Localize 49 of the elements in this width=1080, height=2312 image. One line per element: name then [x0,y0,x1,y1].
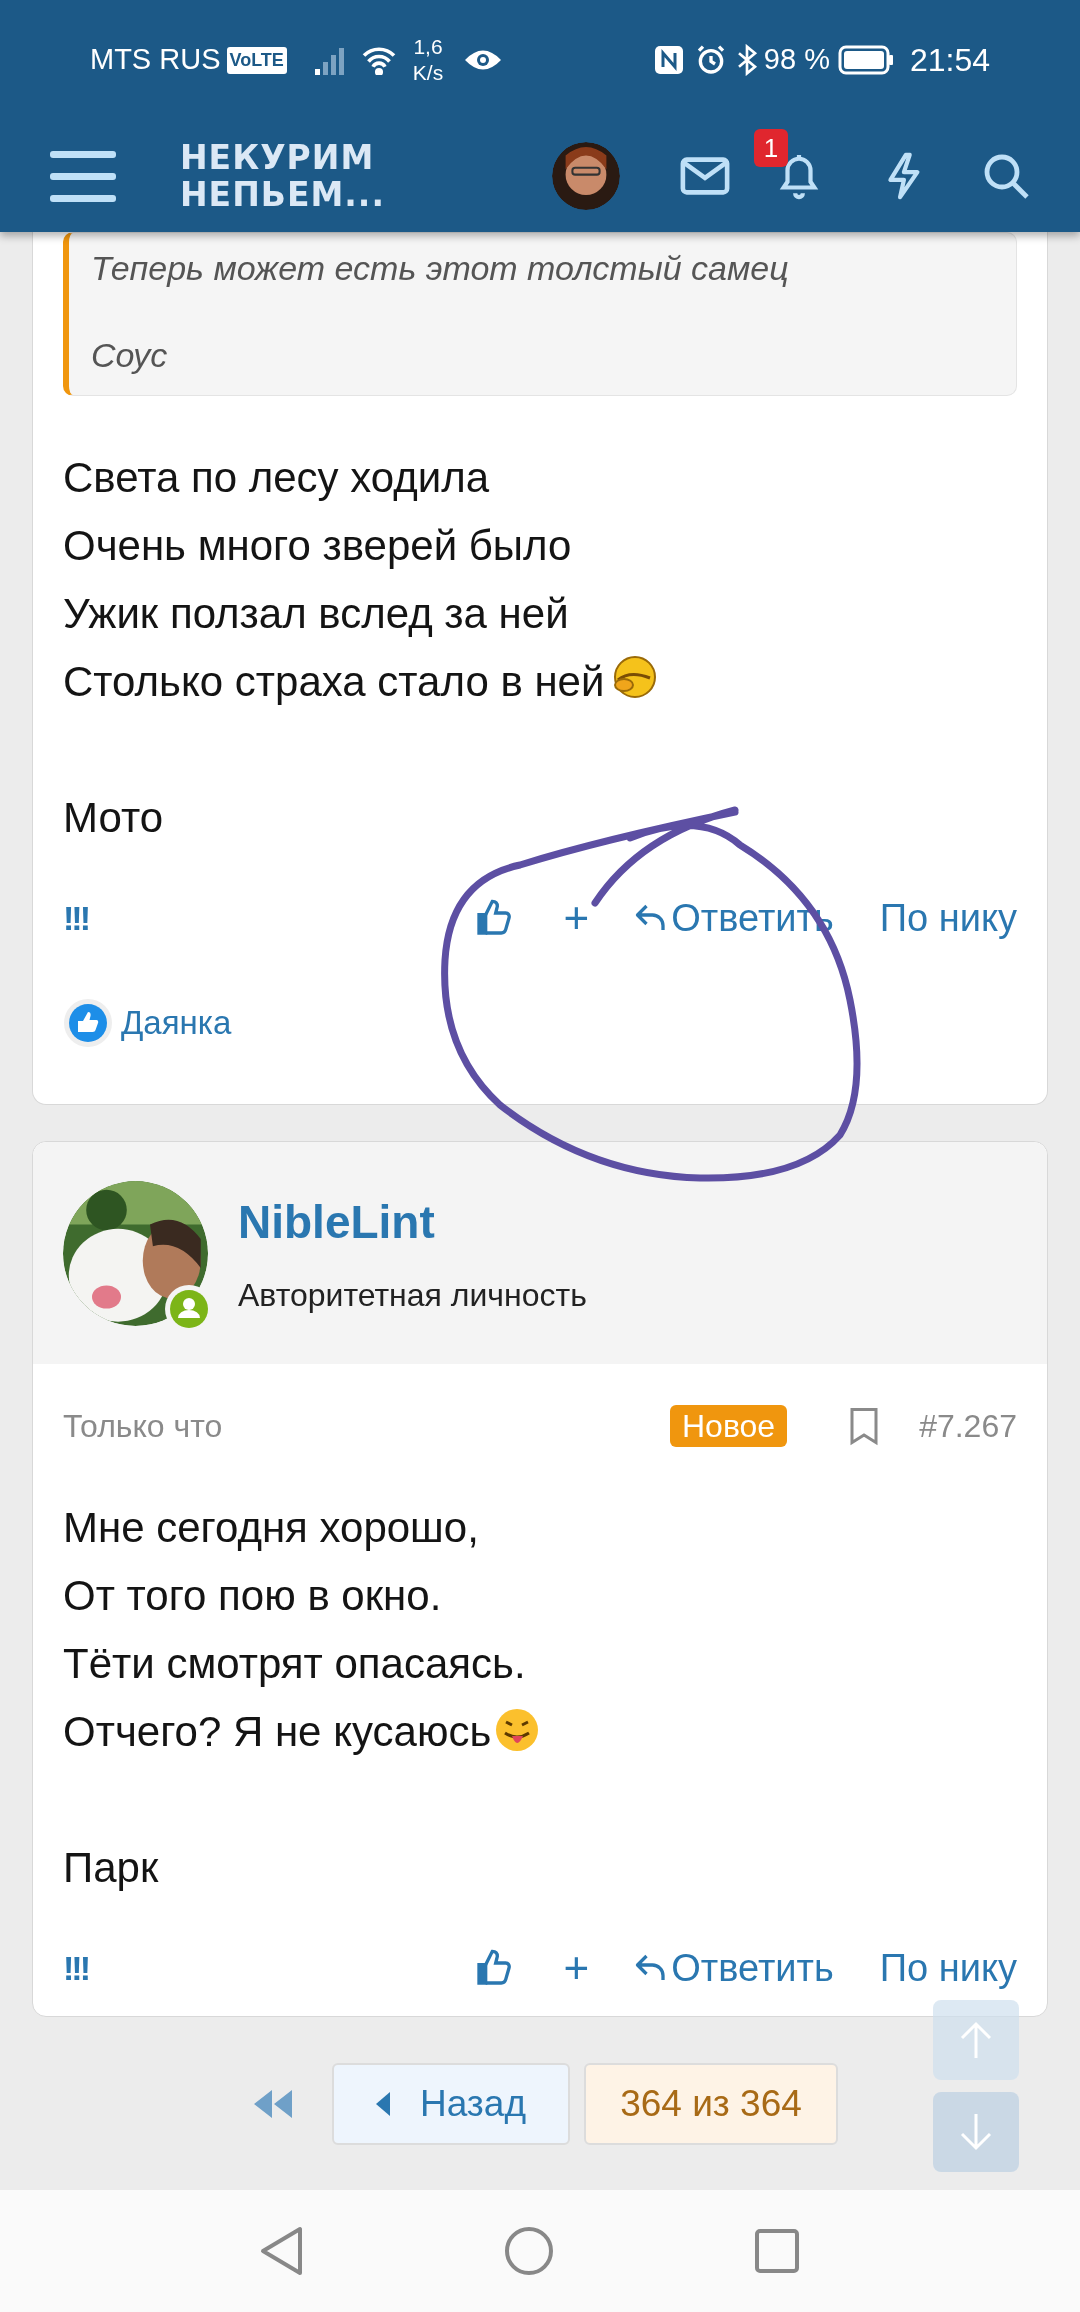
caret-icon [376,2092,390,2116]
plus-button[interactable]: + [563,1946,590,1990]
volte-badge: VoLTE [226,46,287,74]
carrier-label: MTS RUS [90,42,221,78]
poem-line: Столько страха стало в ней [63,648,661,716]
reply-button[interactable]: Ответить [633,1939,834,1997]
back-nav-icon[interactable] [260,2226,304,2276]
plus-button[interactable]: + [563,896,590,940]
quote-text: Соус [91,335,168,376]
poem-line: Света по лесу ходила [63,453,490,503]
mail-icon[interactable] [680,156,730,196]
arrow-up-icon [958,2020,994,2060]
battery-percent: 98 % [763,42,830,78]
poem-line: От того пою в окно. [63,1571,442,1621]
clock-time: 21:54 [909,41,990,80]
search-icon[interactable] [982,152,1030,200]
bookmark-icon[interactable] [849,1406,880,1446]
recents-nav-icon[interactable] [754,2228,800,2274]
site-logo[interactable]: НЕКУРИМ НЕПЬЕМ... [180,139,385,213]
notification-badge: 1 [754,129,788,167]
reaction-user-link[interactable]: Даянка [121,998,232,1048]
author-name-link[interactable]: NibleLint [238,1187,435,1257]
wifi-icon [360,45,397,75]
back-button[interactable]: Назад [332,2063,570,2145]
report-link[interactable]: !!! [63,1942,88,1994]
nfc-icon [653,45,684,75]
poem-line: Отчего? Я не кусаюсь [63,1698,542,1766]
speed-unit: K/s [412,60,444,86]
poem-line: Мото [63,793,164,843]
poem-line: Тёти смотрят опасаясь. [63,1639,526,1689]
poem-line: Очень много зверей было [63,521,572,571]
quote-by-nick-link[interactable]: По нику [879,1939,1017,1997]
arrow-down-icon [958,2112,994,2152]
battery-icon [837,45,894,75]
poem-line: Мне сегодня хорошо, [63,1503,479,1553]
poem-line: Ужик ползал вслед за ней [63,589,569,639]
new-badge: Новое [670,1405,788,1447]
post-number-link[interactable]: #7.267 [919,1402,1017,1450]
poem-line: Парк [63,1843,159,1893]
bluetooth-icon [735,44,758,76]
report-link[interactable]: !!! [63,892,88,944]
like-reaction-icon [63,998,113,1048]
home-nav-icon[interactable] [504,2226,554,2276]
page-indicator: 364 из 364 [584,2063,838,2145]
quote-text: Теперь может есть этот толстый самец [91,248,789,289]
quote-by-nick-link[interactable]: По нику [879,889,1017,947]
post-time: Только что [63,1407,223,1446]
author-title: Авторитетная личность [238,1275,587,1315]
speed-value: 1,6 [413,34,443,60]
